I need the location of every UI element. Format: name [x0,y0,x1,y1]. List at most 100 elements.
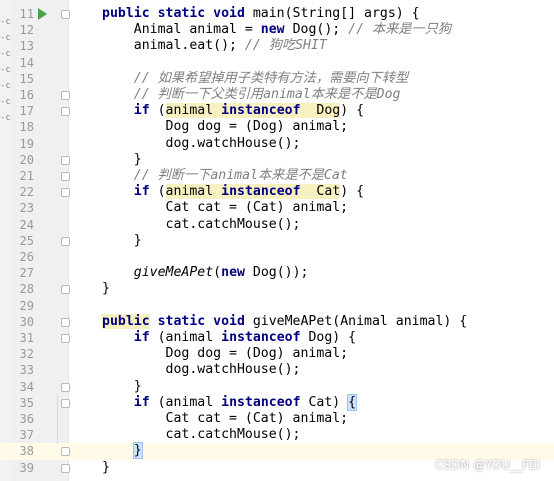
code-line[interactable]: 18 Dog dog = (Dog) animal; [0,119,554,135]
fold-icon[interactable] [61,334,70,343]
code-token: Cat) [308,394,349,410]
line-number: 27 [19,266,34,281]
fold-icon[interactable] [61,188,70,198]
run-icon[interactable] [38,8,47,20]
code-token: instanceof [221,184,309,200]
code-line[interactable]: 24 cat.catchMouse(); [0,217,554,233]
code-line[interactable]: 19 dog.watchHouse(); [0,136,554,152]
code-token: animal [165,184,222,200]
code-text: if (animal instanceof Dog) { [102,330,356,346]
code-line[interactable]: 32 Dog dog = (Dog) animal; [0,346,554,362]
code-line[interactable]: 11 public static void main(String[] args)… [0,6,554,22]
code-token: dog.watchHouse(); [102,362,301,378]
code-token: // 判断一下animal本来是不是Cat [102,168,348,183]
fold-icon[interactable] [61,447,70,457]
code-line[interactable]: 16 // 判断一下父类引用animal本来是不是Dog [0,87,554,103]
code-token: new [260,22,293,38]
code-line[interactable]: 34 } [0,379,554,395]
fold-icon[interactable] [61,382,70,392]
code-token: Dog dog = (Dog) animal; [102,119,349,135]
code-line[interactable]: 17 if (animal instanceof Dog) { [0,103,554,119]
line-number: 20 [19,152,34,167]
code-text: if (animal instanceof Cat) { [102,393,358,411]
code-line[interactable]: 27 giveMeAPet(new Dog()); [0,265,554,281]
line-number: 29 [19,298,34,313]
code-line[interactable]: 20 } [0,152,554,168]
code-line[interactable]: 37 cat.catchMouse(); [0,427,554,443]
line-number: 24 [19,217,34,232]
code-line[interactable]: 26 [0,249,554,265]
code-token: if [133,184,158,200]
code-line[interactable]: 25 } [0,233,554,249]
code-text: } [102,379,142,395]
code-token: ) { [340,103,365,119]
code-line[interactable]: 28} [0,281,554,297]
line-number: 38 [19,444,34,459]
fold-icon[interactable] [61,463,70,473]
line-number: 17 [19,104,34,119]
code-text: Cat cat = (Cat) animal; [102,200,349,216]
line-number: 28 [19,282,34,297]
code-token: if [133,103,158,119]
code-line[interactable]: 30 public static void giveMeAPet(Animal a… [0,313,554,330]
code-token: ( [213,265,222,281]
code-token: Dog) { [308,330,357,345]
code-token: dog.watchHouse(); [102,135,301,151]
code-line[interactable]: 21 // 判断一下animal本来是不是Cat [0,168,554,184]
watermark: CSDN @YOU__FEI [435,458,540,472]
code-line[interactable]: 15 // 如果希望掉用子类特有方法，需要向下转型 [0,71,554,87]
code-token: instanceof [221,330,309,345]
code-token: public [102,313,150,329]
code-token: } [102,232,142,248]
code-text: // 判断一下animal本来是不是Cat [102,168,348,184]
code-token: } [102,378,142,394]
code-token: Cat cat = (Cat) animal; [102,200,349,216]
code-token: static void [149,313,253,329]
line-number: 14 [19,55,34,70]
code-line[interactable]: 35 if (animal instanceof Cat) { [0,393,554,411]
code-text: } [102,233,142,249]
fold-icon[interactable] [61,236,70,246]
code-line[interactable]: 31 if (animal instanceof Dog) { [0,330,554,346]
code-line[interactable]: 23 Cat cat = (Cat) animal; [0,200,554,216]
code-token: Cat cat = (Cat) animal; [102,411,349,426]
code-text: dog.watchHouse(); [102,136,301,152]
fold-icon[interactable] [61,317,70,327]
code-text: dog.watchHouse(); [102,362,301,378]
line-number: 12 [19,23,34,38]
fold-icon[interactable] [61,172,70,181]
code-line[interactable]: 33 dog.watchHouse(); [0,362,554,378]
code-line[interactable]: 36 Cat cat = (Cat) animal; [0,411,554,427]
code-token: (animal [157,394,222,410]
code-line[interactable]: 14 [0,55,554,71]
code-token: Dog(); [292,22,349,38]
code-token: public static void [102,6,253,21]
code-token: Cat [308,184,341,200]
code-line[interactable]: 29 [0,298,554,314]
code-token: // 如果希望掉用子类特有方法，需要向下转型 [102,70,409,86]
fold-icon[interactable] [61,91,70,100]
code-line[interactable]: 12 Animal animal = new Dog(); // 本来是一只狗 [0,22,554,38]
code-token: } [102,281,110,297]
code-token: main(String[] args) { [252,6,420,21]
fold-icon[interactable] [61,107,70,117]
code-line[interactable]: 13 animal.eat(); // 狗吃SHIT [0,38,554,54]
code-token: instanceof [221,394,309,410]
code-line[interactable]: 22 if (animal instanceof Cat) { [0,184,554,200]
fold-icon[interactable] [61,155,70,165]
line-number: 22 [19,185,34,200]
code-text: } [102,442,143,460]
line-number: 37 [19,428,34,443]
line-number: 25 [19,233,34,248]
line-number: 19 [19,136,34,151]
fold-icon[interactable] [61,398,70,408]
code-text: // 判断一下父类引用animal本来是不是Dog [102,87,401,103]
line-number: 16 [19,88,34,102]
code-token: Dog()); [252,265,309,281]
fold-icon[interactable] [61,10,70,19]
fold-icon[interactable] [61,285,70,295]
code-token: Dog [308,103,341,119]
code-token: Dog dog = (Dog) animal; [102,346,349,362]
code-token: } [132,442,143,460]
